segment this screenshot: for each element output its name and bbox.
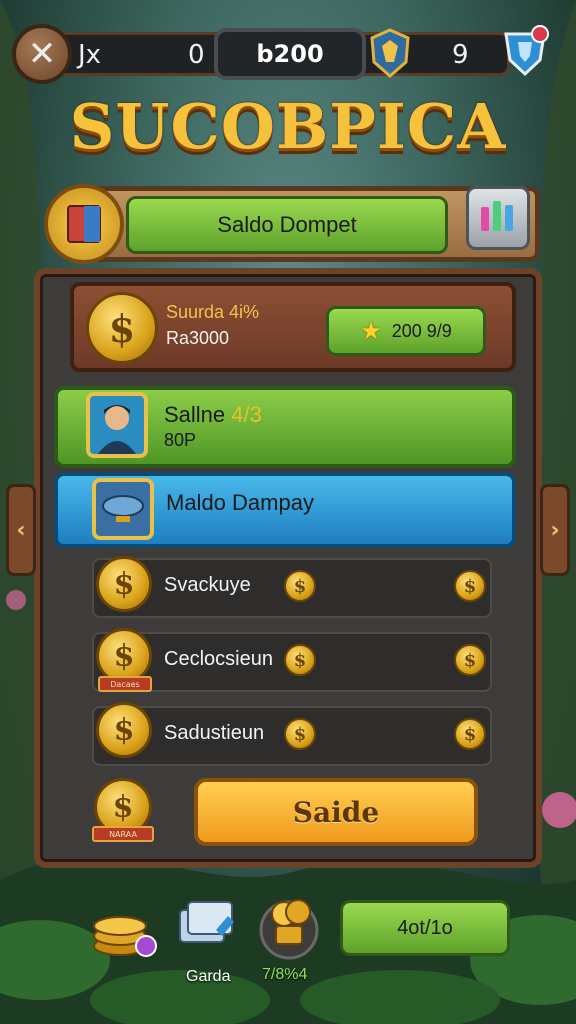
player-progress: 4/3 xyxy=(231,402,262,427)
gold-counter: b200 xyxy=(214,28,366,80)
score-button[interactable]: ★ 200 9/9 xyxy=(326,306,486,356)
arrow-left-icon: ‹ xyxy=(16,517,26,543)
wallet-balance-button[interactable]: Saldo Dompet xyxy=(126,196,448,254)
coin-small-icon: $ xyxy=(454,570,486,602)
shield-badge-icon[interactable] xyxy=(368,28,412,78)
ribbon-label: Dacaes xyxy=(98,676,152,692)
resource-left-label: Jx xyxy=(78,40,102,70)
gold-counter-value: b200 xyxy=(256,40,324,68)
cards-label: Garda xyxy=(186,968,231,985)
player-name: Sallne xyxy=(164,402,226,427)
previous-page-button[interactable]: ‹ xyxy=(6,484,36,576)
wallet-subtitle: Ra3000 xyxy=(166,328,230,348)
coin-bag-icon[interactable] xyxy=(256,890,322,960)
wallet-title: Suurda 4i% xyxy=(166,302,260,322)
player-portrait-icon xyxy=(98,405,136,454)
coin-bag-label: 7/8%4 xyxy=(262,966,308,983)
bottom-action-label: 4ot/1o xyxy=(397,916,453,939)
book-icon xyxy=(67,205,101,243)
list-item-label: Ceclocsieun xyxy=(164,648,273,670)
game-title: SUCOBPICA xyxy=(69,90,507,163)
coin-small-icon: $ xyxy=(284,718,316,750)
book-emblem-icon[interactable] xyxy=(44,184,124,264)
wallet-balance-label: Saldo Dompet xyxy=(217,212,357,237)
avatar xyxy=(86,392,148,458)
list-item-label: Svackuye xyxy=(164,574,251,596)
save-button[interactable]: Saide xyxy=(194,778,478,846)
bar-chart-icon xyxy=(481,201,513,231)
close-icon: ✕ xyxy=(27,34,57,74)
coin-icon: $ xyxy=(86,292,158,364)
bottom-action-button[interactable]: 4ot/1o xyxy=(340,900,510,956)
coin-ribbon: NARAA xyxy=(92,826,154,842)
score-label: 200 9/9 xyxy=(391,320,452,341)
coin-small-icon: $ xyxy=(454,718,486,750)
resource-right-value: 9 xyxy=(452,40,469,70)
cards-icon[interactable] xyxy=(172,894,242,960)
arrow-right-icon: › xyxy=(550,517,560,543)
coin-stack-icon[interactable] xyxy=(90,896,160,960)
coin-small-icon: $ xyxy=(454,644,486,676)
airship-icon xyxy=(102,495,144,522)
close-button[interactable]: ✕ xyxy=(12,24,72,84)
coin-icon: $ xyxy=(96,702,152,758)
player-points: 80P xyxy=(164,430,197,450)
airship-card xyxy=(92,478,154,540)
coin-small-icon: $ xyxy=(284,644,316,676)
coin-small-icon: $ xyxy=(284,570,316,602)
next-page-button[interactable]: › xyxy=(540,484,570,576)
list-item-label: Sadustieun xyxy=(164,722,265,744)
coin-icon: $ xyxy=(96,556,152,612)
resource-left-value: 0 xyxy=(188,40,205,70)
company-label: Maldo Dampay xyxy=(166,490,314,515)
save-button-label: Saide xyxy=(292,795,380,829)
gem-shop-icon[interactable] xyxy=(500,24,550,78)
star-icon: ★ xyxy=(360,317,382,345)
stats-chart-button[interactable] xyxy=(466,186,530,250)
